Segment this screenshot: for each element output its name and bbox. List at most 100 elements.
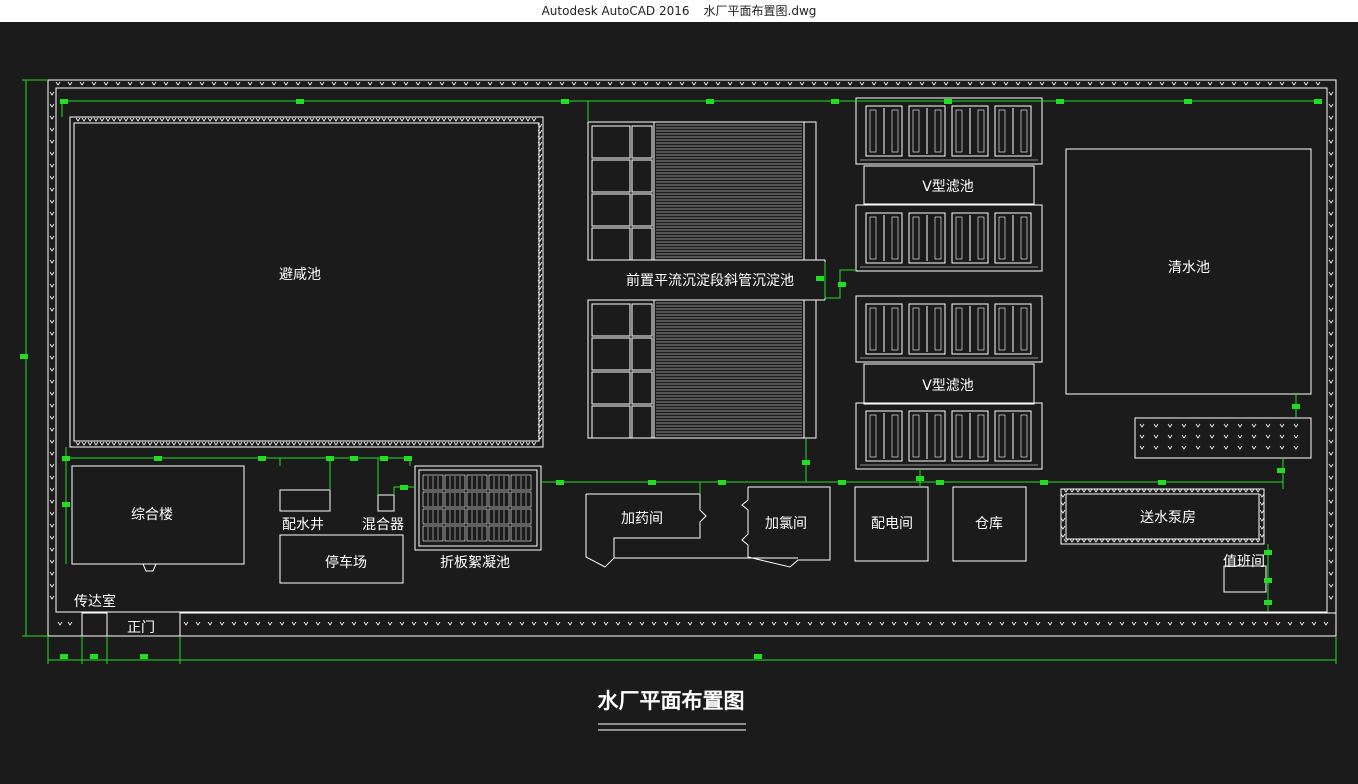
fence-mark bbox=[871, 81, 877, 86]
fence-mark bbox=[1209, 434, 1215, 439]
fence-mark bbox=[1111, 81, 1117, 86]
fence-mark bbox=[1291, 81, 1297, 86]
fence-mark bbox=[531, 621, 537, 626]
fence-mark bbox=[1328, 391, 1334, 396]
sed-cell-inner bbox=[631, 303, 653, 337]
label-pump-house: 送水泵房 bbox=[1140, 510, 1196, 526]
dimension-marker bbox=[561, 99, 569, 104]
v-filter-trough bbox=[891, 414, 899, 458]
fence-mark bbox=[1328, 379, 1334, 384]
fence-mark bbox=[1179, 621, 1185, 626]
fence-mark bbox=[1328, 259, 1334, 264]
v-filter-trough bbox=[998, 109, 1006, 153]
fence-mark bbox=[1195, 445, 1201, 450]
fence-mark bbox=[643, 81, 649, 86]
fence-mark bbox=[247, 81, 253, 86]
fence-mark bbox=[49, 583, 55, 588]
dimension-marker bbox=[350, 456, 358, 461]
fence-mark bbox=[555, 621, 561, 626]
fence-mark bbox=[1060, 493, 1066, 498]
fence-mark bbox=[783, 621, 789, 626]
v-filter-trough bbox=[869, 414, 877, 458]
fence-mark bbox=[171, 441, 177, 446]
fence-mark bbox=[543, 621, 549, 626]
sed-cell bbox=[591, 159, 631, 193]
fence-mark bbox=[49, 283, 55, 288]
dimension-marker bbox=[1264, 600, 1272, 605]
fence-mark bbox=[1328, 283, 1334, 288]
label-flocculation: 折板絮凝池 bbox=[440, 554, 510, 571]
fence-mark bbox=[291, 621, 297, 626]
fence-mark bbox=[243, 441, 249, 446]
v-filter-trough bbox=[955, 216, 963, 260]
fence-mark bbox=[631, 81, 637, 86]
fence-mark bbox=[1328, 523, 1334, 528]
fence-mark bbox=[279, 621, 285, 626]
fence-mark bbox=[1267, 81, 1273, 86]
dimension-marker bbox=[400, 485, 408, 490]
fence-mark bbox=[513, 117, 519, 122]
fence-mark bbox=[451, 81, 457, 86]
fence-mark bbox=[49, 415, 55, 420]
fence-mark bbox=[531, 441, 537, 446]
fence-mark bbox=[1328, 487, 1334, 492]
label-distribution-well: 配水井 bbox=[282, 517, 324, 533]
fence-mark bbox=[1139, 423, 1145, 428]
fence-mark bbox=[1075, 81, 1081, 86]
fence-mark bbox=[477, 441, 483, 446]
fence-mark bbox=[501, 441, 507, 446]
fence-mark bbox=[105, 117, 111, 122]
v-filter-trough bbox=[891, 307, 899, 351]
fence-mark bbox=[759, 621, 765, 626]
fence-mark bbox=[117, 441, 123, 446]
fence-mark bbox=[153, 117, 159, 122]
fence-mark bbox=[393, 441, 399, 446]
fence-mark bbox=[465, 117, 471, 122]
fence-mark bbox=[703, 81, 709, 86]
v-filter-trough bbox=[912, 414, 920, 458]
fence-mark bbox=[799, 81, 805, 86]
fence-mark bbox=[883, 81, 889, 86]
dimension-marker bbox=[90, 654, 98, 659]
fence-mark bbox=[159, 117, 165, 122]
fence-mark bbox=[751, 81, 757, 86]
sed-cell-inner bbox=[631, 405, 653, 439]
dimension-marker bbox=[944, 99, 952, 104]
fence-mark bbox=[49, 247, 55, 252]
fence-mark bbox=[831, 621, 837, 626]
fence-mark bbox=[447, 117, 453, 122]
fence-mark bbox=[183, 117, 189, 122]
fence-mark bbox=[147, 117, 153, 122]
fence-mark bbox=[99, 441, 105, 446]
fence-mark bbox=[1047, 621, 1053, 626]
fence-mark bbox=[255, 441, 261, 446]
fence-mark bbox=[1328, 223, 1334, 228]
v-filter-trough bbox=[998, 414, 1006, 458]
fence-mark bbox=[1265, 445, 1271, 450]
fence-mark bbox=[49, 151, 55, 156]
fence-mark bbox=[189, 441, 195, 446]
fence-mark bbox=[93, 441, 99, 446]
dimension-marker bbox=[20, 354, 28, 359]
label-power-room: 配电间 bbox=[871, 516, 913, 532]
fence-mark bbox=[49, 367, 55, 372]
site-plan-drawing[interactable]: 避咸池 前置平流沉淀段斜管沉淀池 V型滤池 V型滤池 清水池 综合楼 配水井 混… bbox=[0, 22, 1358, 784]
fence-mark bbox=[87, 441, 93, 446]
fence-mark bbox=[1181, 423, 1187, 428]
fence-mark bbox=[1255, 81, 1261, 86]
fence-mark bbox=[49, 547, 55, 552]
drawing-canvas[interactable]: 避咸池 前置平流沉淀段斜管沉淀池 V型滤池 V型滤池 清水池 综合楼 配水井 混… bbox=[0, 22, 1358, 784]
fence-mark bbox=[219, 621, 225, 626]
dimension-marker bbox=[936, 480, 944, 485]
fence-mark bbox=[1243, 81, 1249, 86]
fence-mark bbox=[651, 621, 657, 626]
fence-mark bbox=[699, 621, 705, 626]
fence-mark bbox=[1279, 423, 1285, 428]
fence-mark bbox=[1328, 175, 1334, 180]
fence-mark bbox=[1060, 525, 1066, 530]
label-clear-water: 清水池 bbox=[1168, 260, 1210, 276]
label-v-filter-upper: V型滤池 bbox=[922, 179, 974, 195]
window-titlebar: Autodesk AutoCAD 2016 水厂平面布置图.dwg bbox=[0, 0, 1358, 22]
fence-mark bbox=[225, 441, 231, 446]
fence-mark bbox=[1060, 517, 1066, 522]
